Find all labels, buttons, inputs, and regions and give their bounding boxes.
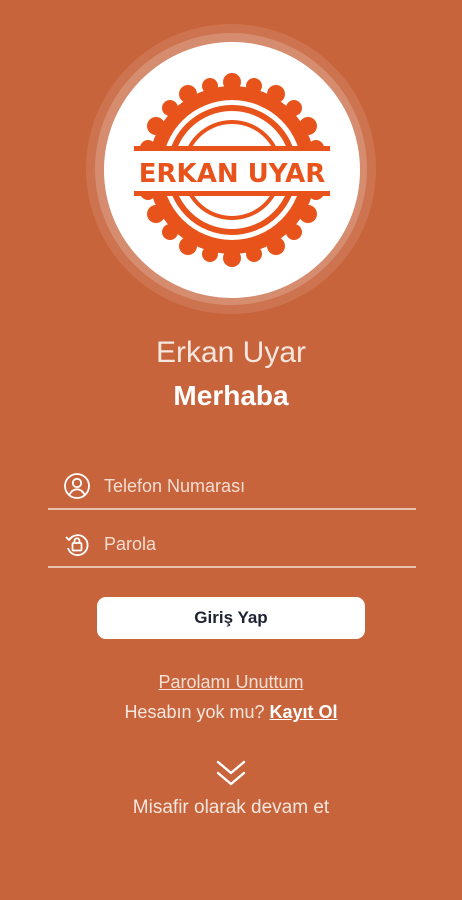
phone-input[interactable] — [104, 475, 404, 497]
forgot-password-row: Parolamı Unuttum — [0, 672, 462, 693]
double-chevron-down-icon[interactable] — [215, 758, 247, 788]
brand-name: Erkan Uyar — [155, 336, 307, 369]
no-account-text: Hesabın yok mu? — [124, 702, 265, 722]
user-circle-icon — [62, 471, 92, 501]
password-input[interactable] — [104, 533, 404, 555]
login-button[interactable]: Giriş Yap — [97, 597, 365, 639]
forgot-password-link[interactable]: Parolamı Unuttum — [158, 672, 303, 692]
phone-field[interactable] — [48, 464, 416, 510]
register-link[interactable]: Kayıt Ol — [270, 702, 338, 722]
greeting-title: Merhaba — [173, 380, 289, 411]
password-field[interactable] — [48, 522, 416, 568]
guest-link[interactable]: Misafir olarak devam et — [0, 797, 462, 819]
lock-refresh-icon — [62, 529, 92, 559]
brand-logo: ERKAN UYAR — [134, 73, 330, 267]
logo-text: ERKAN UYAR — [139, 159, 325, 189]
register-row: Hesabın yok mu? Kayıt Ol — [0, 702, 462, 723]
